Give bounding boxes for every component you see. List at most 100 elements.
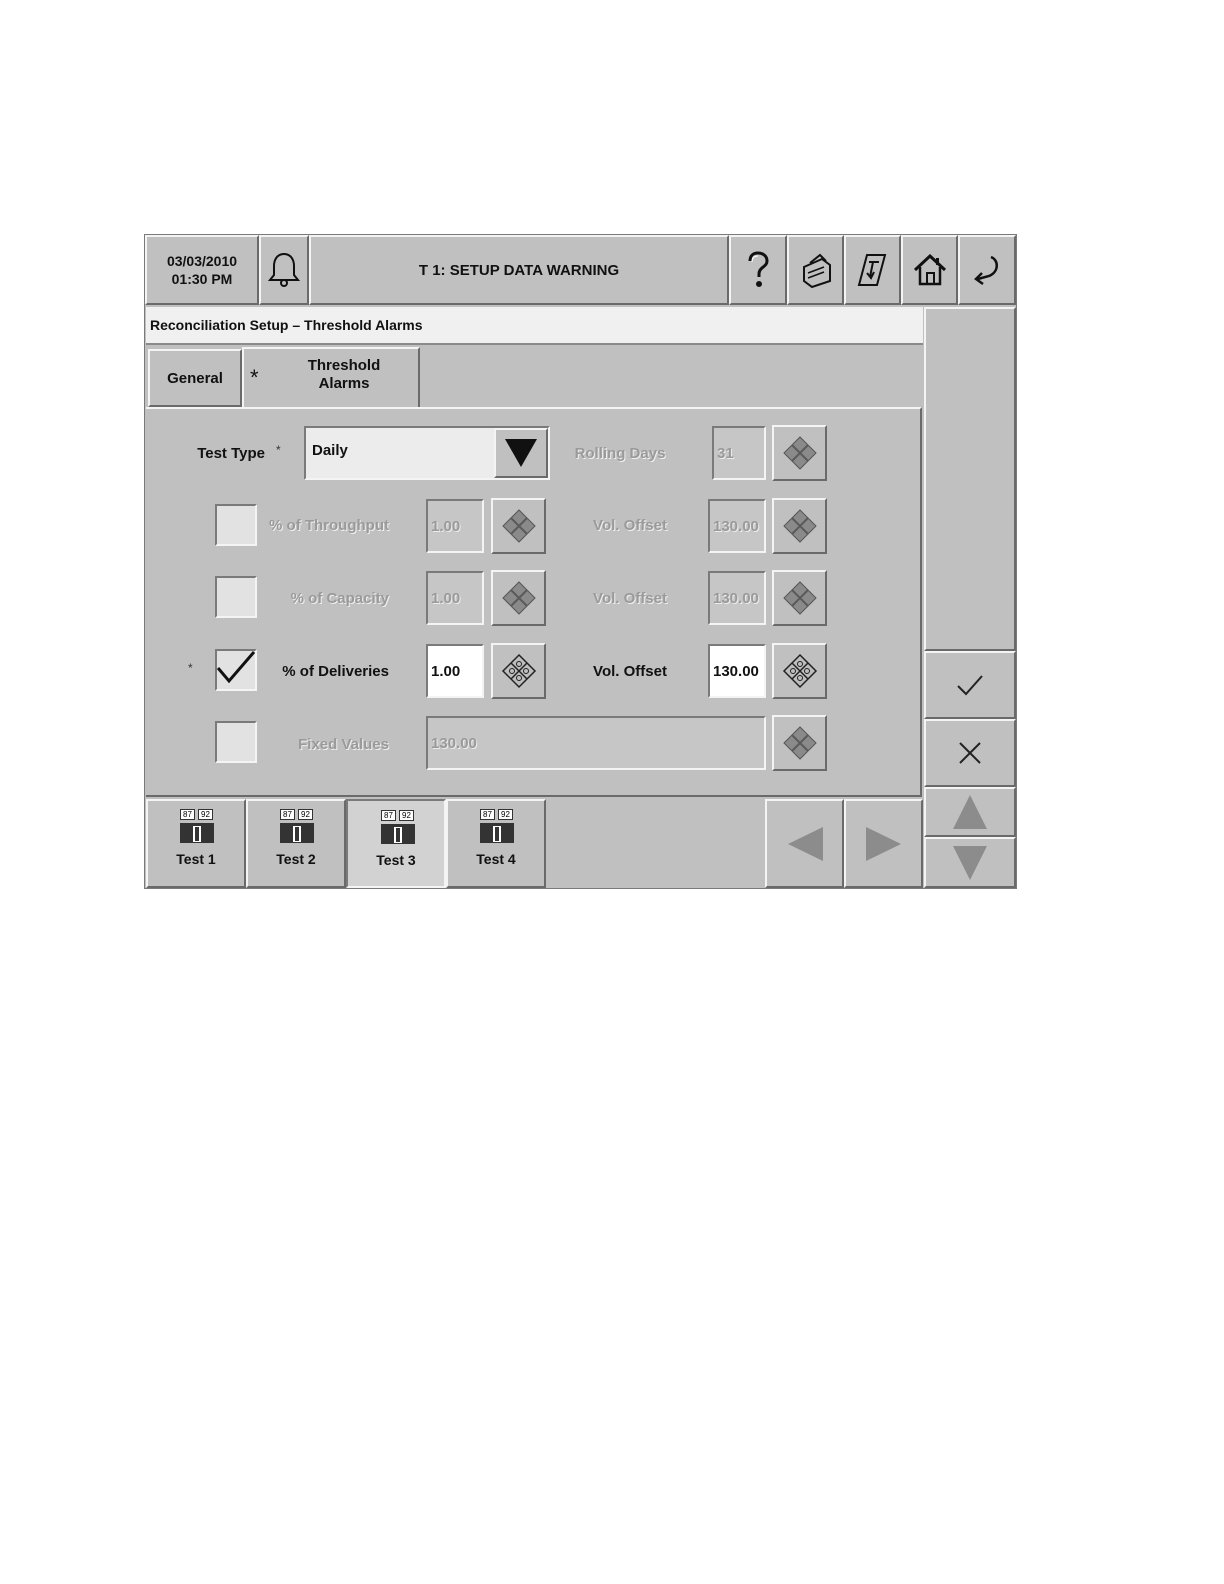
throughput-offset-field[interactable]: 130.00 (708, 499, 766, 553)
keypad-icon (501, 509, 536, 543)
throughput-offset-keypad-button[interactable] (772, 498, 827, 554)
grade-badge-87: 87 (280, 809, 295, 820)
fixed-values-checkbox[interactable] (215, 721, 257, 763)
keypad-icon (782, 581, 817, 615)
grade-badge-87: 87 (480, 809, 495, 820)
arrow-down-icon (953, 845, 987, 880)
capacity-offset-field[interactable]: 130.00 (708, 571, 766, 625)
throughput-label: % of Throughput (269, 516, 389, 534)
scroll-up-button[interactable] (924, 787, 1016, 837)
tab-general[interactable]: General (148, 349, 242, 407)
deliveries-offset-keypad-button[interactable] (772, 643, 827, 699)
tab-general-label: General (167, 369, 223, 387)
breadcrumb-text: Reconciliation Setup – Threshold Alarms (150, 317, 423, 333)
printer-icon (802, 253, 831, 289)
grade-badge-92: 92 (198, 809, 213, 820)
grade-badge-92: 92 (399, 810, 414, 821)
test-tab-2[interactable]: 87 92 Test 2 (246, 799, 346, 888)
keypad-icon (501, 581, 536, 615)
grade-badge-87: 87 (381, 810, 396, 821)
tank-icon: 87 92 (480, 809, 514, 845)
rolling-days-keypad-button[interactable] (772, 425, 827, 481)
throughput-offset-label: Vol. Offset (593, 516, 667, 534)
help-icon (748, 251, 769, 287)
deliveries-offset-label: Vol. Offset (593, 662, 667, 680)
test-tab-4-label: Test 4 (476, 851, 516, 867)
scroll-down-button[interactable] (924, 837, 1016, 888)
arrow-up-icon (953, 795, 987, 829)
accept-button[interactable] (924, 651, 1016, 719)
print-button[interactable] (787, 235, 844, 305)
warning-title-text: T 1: SETUP DATA WARNING (418, 261, 620, 279)
deliveries-marker: * (188, 661, 193, 675)
capacity-checkbox[interactable] (215, 576, 257, 618)
test-type-dropdown[interactable]: Daily (304, 426, 550, 480)
keypad-icon (782, 653, 817, 689)
arrow-right-icon (865, 826, 901, 861)
receipt-icon (857, 254, 886, 286)
deliveries-keypad-button[interactable] (491, 643, 546, 699)
test-tab-3-label: Test 3 (376, 852, 416, 868)
back-button[interactable] (958, 235, 1016, 305)
test-tab-4[interactable]: 87 92 Test 4 (446, 799, 546, 888)
cancel-button[interactable] (924, 719, 1016, 787)
fixed-values-keypad-button[interactable] (772, 715, 827, 771)
capacity-field[interactable]: 1.00 (426, 571, 484, 625)
keypad-icon (782, 436, 817, 470)
test-type-marker: * (276, 443, 281, 457)
tank-icon: 87 92 (280, 809, 314, 845)
help-button[interactable] (729, 235, 787, 305)
test-type-value: Daily (312, 442, 348, 459)
grade-badge-92: 92 (498, 809, 513, 820)
arrow-left-icon (787, 826, 823, 861)
rolling-days-label: Rolling Days (574, 444, 666, 462)
rolling-days-field[interactable]: 31 (712, 426, 766, 480)
deliveries-label: % of Deliveries (282, 662, 389, 680)
time-text: 01:30 PM (171, 271, 233, 287)
tank-icon: 87 92 (381, 810, 415, 846)
capacity-label: % of Capacity (290, 589, 389, 607)
tab-threshold-line1: Threshold (307, 357, 381, 374)
capacity-offset-keypad-button[interactable] (772, 570, 827, 626)
deliveries-offset-field[interactable]: 130.00 (708, 644, 766, 698)
grade-badge-87: 87 (180, 809, 195, 820)
test-tab-3[interactable]: 87 92 Test 3 (346, 799, 446, 888)
keypad-icon (501, 653, 536, 689)
close-icon (959, 742, 981, 764)
capacity-offset-label: Vol. Offset (593, 589, 667, 607)
dropdown-button[interactable] (494, 428, 548, 478)
test-tab-1[interactable]: 87 92 Test 1 (146, 799, 246, 888)
setup-window: 03/03/2010 01:30 PM T 1: SETUP DATA WARN… (144, 234, 1017, 889)
fixed-values-field[interactable]: 130.00 (426, 716, 766, 770)
test-tab-2-label: Test 2 (276, 851, 316, 867)
fixed-values-label: Fixed Values (298, 735, 389, 753)
throughput-keypad-button[interactable] (491, 498, 546, 554)
keypad-icon (782, 726, 817, 760)
checkmark-icon (216, 651, 256, 684)
test-tab-1-label: Test 1 (176, 851, 216, 867)
previous-button[interactable] (765, 799, 844, 888)
deliveries-field[interactable]: 1.00 (426, 644, 484, 698)
deliveries-checkbox[interactable] (215, 649, 257, 691)
home-button[interactable] (901, 235, 958, 305)
grade-badge-92: 92 (298, 809, 313, 820)
tab-modified-marker: * (250, 365, 259, 390)
throughput-checkbox[interactable] (215, 504, 257, 546)
tab-threshold-label: Threshold Alarms (284, 357, 404, 393)
tank-icon: 87 92 (180, 809, 214, 845)
capacity-keypad-button[interactable] (491, 570, 546, 626)
next-button[interactable] (844, 799, 923, 888)
test-type-label: Test Type (197, 444, 265, 462)
receipt-button[interactable] (844, 235, 901, 305)
chevron-down-icon (505, 439, 537, 467)
breadcrumb: Reconciliation Setup – Threshold Alarms (146, 307, 923, 345)
datetime-display: 03/03/2010 01:30 PM (145, 235, 259, 305)
date-text: 03/03/2010 (166, 253, 238, 269)
alarm-button[interactable] (259, 235, 309, 305)
keypad-icon (782, 509, 817, 543)
side-panel (924, 307, 1016, 651)
check-icon (957, 675, 983, 696)
throughput-field[interactable]: 1.00 (426, 499, 484, 553)
home-icon (913, 253, 946, 286)
tab-threshold-alarms[interactable]: * Threshold Alarms (242, 347, 420, 409)
